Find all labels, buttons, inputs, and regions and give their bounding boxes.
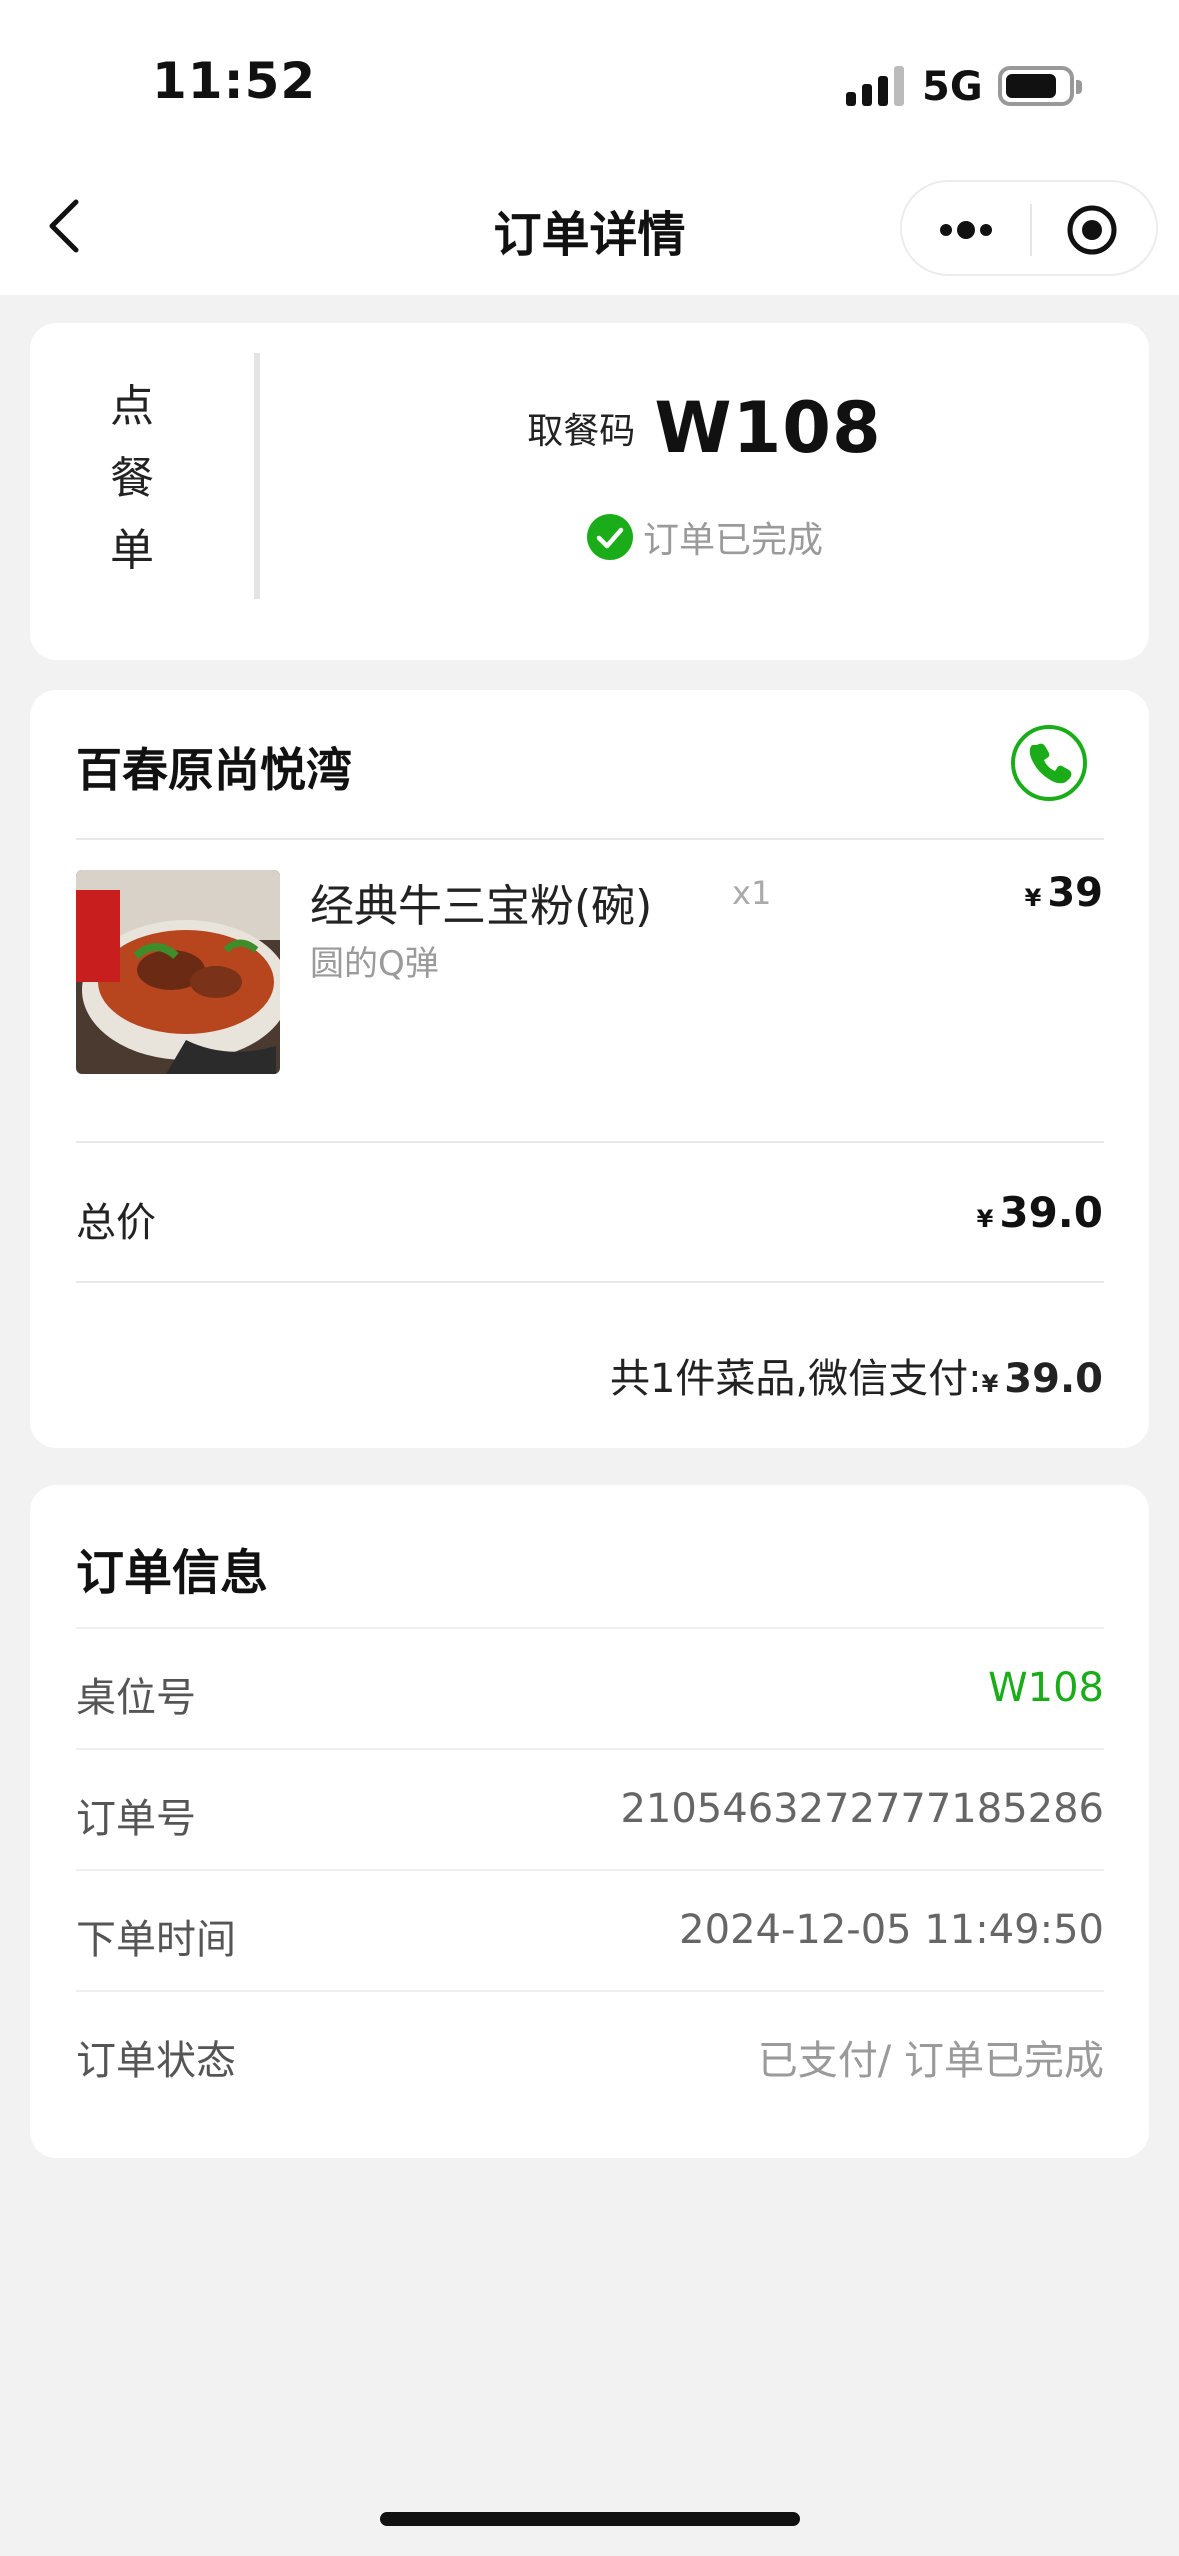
summary-amount: 39.0 (1004, 1356, 1103, 1402)
order-type-label: 点 餐 单 (98, 371, 166, 587)
currency-symbol: ¥ (976, 1205, 994, 1233)
food-image (76, 870, 280, 1074)
more-dots-icon[interactable] (936, 206, 996, 254)
close-target-icon[interactable] (1066, 204, 1118, 256)
status-time: 11:52 (152, 52, 317, 110)
order-items-card: 百春原尚悦湾 经典牛三宝粉(碗) 圆的Q弹 x1 ¥39 总价 ¥39.0 共1… (30, 690, 1149, 1448)
info-label: 订单状态 (76, 2038, 236, 2084)
divider (76, 838, 1104, 840)
order-info-card: 订单信息 桌位号 W108 订单号 2105463272777185286 下单… (30, 1485, 1149, 2158)
order-status-line: 订单已完成 (260, 511, 1149, 563)
total-label: 总价 (76, 1200, 156, 1246)
item-price: ¥39 (1025, 870, 1103, 916)
order-status: 已支付/ 订单已完成 (757, 2038, 1104, 2084)
info-row-order-number: 订单号 2105463272777185286 (76, 1748, 1104, 1869)
summary-text: 共1件菜品,微信支付: (609, 1356, 982, 1402)
currency-symbol: ¥ (1024, 884, 1042, 912)
divider (76, 1141, 1104, 1143)
payment-summary: 共1件菜品,微信支付:¥ 39.0 (610, 1346, 1103, 1404)
total-price: ¥39.0 (977, 1188, 1103, 1237)
info-label: 订单号 (76, 1796, 196, 1842)
order-type-char: 单 (110, 525, 154, 576)
divider (76, 1281, 1104, 1283)
pickup-code-label: 取餐码 (527, 411, 636, 452)
phone-icon[interactable] (1010, 724, 1088, 802)
table-number: W108 (988, 1665, 1104, 1711)
currency-symbol: ¥ (981, 1370, 999, 1398)
info-row-table: 桌位号 W108 (76, 1627, 1104, 1748)
cellular-signal-icon (846, 66, 904, 106)
info-row-order-status: 订单状态 已支付/ 订单已完成 (76, 1990, 1104, 2111)
order-info-title: 订单信息 (76, 1545, 269, 1601)
info-label: 下单时间 (76, 1917, 236, 1963)
order-status-text: 订单已完成 (643, 520, 824, 561)
capsule-divider (1030, 204, 1032, 256)
item-price-value: 39 (1047, 870, 1103, 916)
network-type: 5G (922, 64, 983, 110)
item-quantity: x1 (732, 874, 772, 912)
pickup-code-line: 取餐码 W108 (260, 387, 1149, 469)
check-circle-icon (586, 513, 634, 561)
item-name: 经典牛三宝粉(碗) (310, 881, 653, 932)
order-type-char: 点 (110, 381, 154, 432)
item-spec: 圆的Q弹 (310, 944, 439, 984)
order-time: 2024-12-05 11:49:50 (679, 1907, 1104, 1953)
top-bar: 11:52 5G 订单详情 (0, 0, 1179, 295)
battery-icon (998, 66, 1082, 106)
home-indicator[interactable] (380, 2512, 800, 2526)
order-type-char: 餐 (110, 453, 154, 504)
total-price-value: 39.0 (999, 1188, 1103, 1237)
pickup-card: 点 餐 单 取餐码 W108 订单已完成 (30, 323, 1149, 660)
info-row-order-time: 下单时间 2024-12-05 11:49:50 (76, 1869, 1104, 1990)
mini-program-capsule (900, 180, 1158, 276)
pickup-code: W108 (654, 387, 882, 469)
order-number: 2105463272777185286 (620, 1786, 1104, 1832)
info-label: 桌位号 (76, 1675, 196, 1721)
shop-name: 百春原尚悦湾 (76, 743, 352, 797)
